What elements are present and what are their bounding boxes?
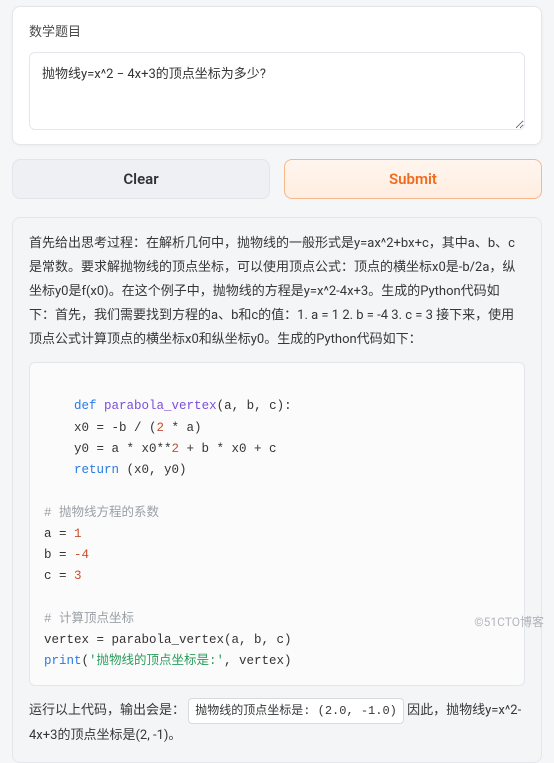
code-kw-print: print bbox=[44, 654, 82, 668]
code-a-lhs: a = bbox=[44, 527, 74, 541]
button-row: Clear Submit bbox=[12, 159, 542, 199]
code-comment-2: # 计算顶点坐标 bbox=[44, 612, 134, 626]
code-kw-def: def bbox=[74, 399, 97, 413]
code-y0-b: + b * x0 + c bbox=[179, 442, 277, 456]
code-x0-b: * a) bbox=[164, 421, 202, 435]
code-print-str: '抛物线的顶点坐标是:' bbox=[89, 654, 224, 668]
code-num-2b: 2 bbox=[172, 442, 180, 456]
code-b-val: -4 bbox=[74, 548, 89, 562]
question-label: 数学题目 bbox=[29, 21, 525, 40]
submit-button[interactable]: Submit bbox=[284, 159, 542, 199]
answer-card: 首先给出思考过程：在解析几何中，抛物线的一般形式是y=ax^2+bx+c，其中a… bbox=[12, 217, 542, 763]
code-c-val: 3 bbox=[74, 569, 82, 583]
code-return-tail: (x0, y0) bbox=[119, 463, 187, 477]
question-textarea[interactable] bbox=[29, 52, 525, 130]
code-print-open: ( bbox=[82, 654, 90, 668]
output-box: 抛物线的顶点坐标是: (2.0, -1.0) bbox=[188, 698, 404, 724]
code-x0-a: x0 = -b / ( bbox=[44, 421, 157, 435]
code-comment-1: # 抛物线方程的系数 bbox=[44, 506, 159, 520]
explanation-text: 首先给出思考过程：在解析几何中，抛物线的一般形式是y=ax^2+bx+c，其中a… bbox=[29, 232, 525, 352]
result-line: 运行以上代码，输出会是： 抛物线的顶点坐标是: (2.0, -1.0) 因此，抛… bbox=[29, 698, 525, 748]
code-print-tail: , vertex) bbox=[224, 654, 292, 668]
code-kw-return: return bbox=[74, 463, 119, 477]
code-c-lhs: c = bbox=[44, 569, 74, 583]
clear-button[interactable]: Clear bbox=[12, 159, 270, 199]
code-params: (a, b, c): bbox=[217, 399, 292, 413]
code-y0-a: y0 = a * x0** bbox=[44, 442, 172, 456]
code-vertex-line: vertex = parabola_vertex(a, b, c) bbox=[44, 633, 292, 647]
code-num-2a: 2 bbox=[157, 421, 165, 435]
tail-prefix: 运行以上代码，输出会是： bbox=[29, 703, 185, 718]
copy-icon[interactable] bbox=[500, 371, 516, 387]
code-fn-name: parabola_vertex bbox=[104, 399, 217, 413]
code-b-lhs: b = bbox=[44, 548, 74, 562]
code-block: def parabola_vertex(a, b, c): x0 = -b / … bbox=[29, 362, 525, 686]
question-card: 数学题目 bbox=[12, 6, 542, 145]
code-a-val: 1 bbox=[74, 527, 82, 541]
